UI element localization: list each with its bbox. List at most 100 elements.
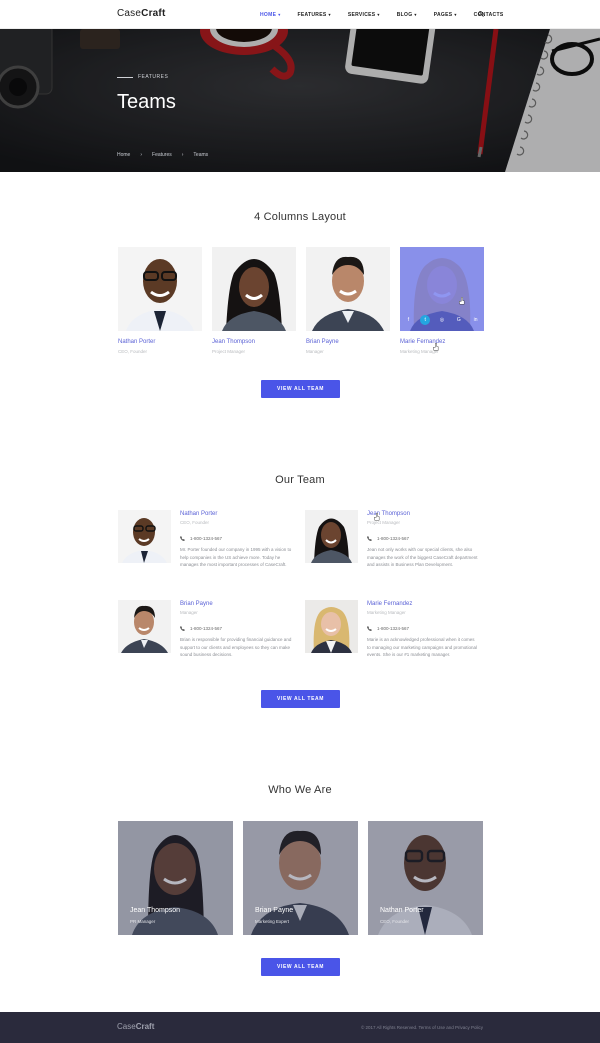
portrait-photo <box>306 247 390 331</box>
phone-icon <box>180 626 185 631</box>
member-photo[interactable] <box>118 600 171 653</box>
phone-icon <box>180 536 185 541</box>
footer-copyright: © 2017 All Rights Reserved. Terms of Use… <box>360 1025 483 1030</box>
member-phone[interactable]: 1-800-1324-567 <box>180 536 222 541</box>
member-name-link[interactable]: Brian Payne <box>180 601 213 607</box>
nav-item-services[interactable]: SERVICES ▾ <box>348 12 380 18</box>
portrait-photo <box>118 600 171 653</box>
breadcrumb-features-link[interactable]: Features <box>152 152 172 158</box>
member-name-link[interactable]: Jean Thompson <box>212 339 255 345</box>
member-role: CEO, Founder <box>180 520 210 525</box>
view-all-team-button[interactable]: VIEW ALL TEAM <box>261 958 340 976</box>
portrait-photo <box>118 510 171 563</box>
member-bio: Brian is responsible for providing finan… <box>180 637 292 658</box>
member-name-link[interactable]: Marie Fernandez <box>367 601 412 607</box>
section-title-four-columns: 4 Columns Layout <box>254 211 346 223</box>
hand-cursor-icon <box>374 513 380 521</box>
linkedin-icon[interactable]: in <box>471 315 481 325</box>
breadcrumb-current: Teams <box>193 152 209 158</box>
member-role: CEO, Founder <box>118 349 148 354</box>
member-photo[interactable] <box>118 510 171 563</box>
who-member-role: Marketing Expert <box>255 919 290 924</box>
who-member-name: Nathan Porter <box>380 907 424 914</box>
portrait-photo <box>305 510 358 563</box>
facebook-icon[interactable]: f <box>403 315 413 325</box>
who-card[interactable]: Brian Payne Marketing Expert <box>243 821 358 935</box>
kicker-line <box>117 76 133 78</box>
member-phone[interactable]: 1-800-1324-567 <box>367 536 409 541</box>
instagram-icon[interactable]: ◎ <box>437 315 447 325</box>
member-name-link[interactable]: Nathan Porter <box>180 511 217 517</box>
social-links: f t ◎ G in <box>400 315 484 325</box>
hero-banner: FEATURES Teams Home › Features › Teams <box>0 29 600 172</box>
footer-logo[interactable]: CaseCraft <box>117 1022 154 1031</box>
team-card-photo[interactable] <box>306 247 390 331</box>
member-name-link[interactable]: Nathan Porter <box>118 339 155 345</box>
view-all-team-button[interactable]: VIEW ALL TEAM <box>261 380 340 398</box>
who-card[interactable]: Nathan Porter CEO, Founder <box>368 821 483 935</box>
nav-label: PAGES <box>433 11 453 18</box>
twitter-icon[interactable]: t <box>420 315 431 325</box>
who-card[interactable]: Jean Thompson PR Manager <box>118 821 233 935</box>
portrait-photo <box>305 600 358 653</box>
footer: CaseCraft © 2017 All Rights Reserved. Te… <box>0 1012 600 1043</box>
chevron-down-icon: ▾ <box>328 12 331 17</box>
member-role: Marketing Manager <box>367 610 406 615</box>
google-plus-icon[interactable]: G <box>454 315 464 325</box>
search-icon[interactable] <box>478 11 484 17</box>
member-role: Manager <box>306 349 324 354</box>
member-bio: Jean not only works with our special cli… <box>367 547 478 568</box>
chevron-down-icon: ▾ <box>278 12 281 17</box>
section-title-our-team: Our Team <box>275 474 325 486</box>
member-photo[interactable] <box>305 510 358 563</box>
logo[interactable]: CaseCraft <box>117 8 166 19</box>
phone-number: 1-800-1324-567 <box>377 626 410 631</box>
nav-item-features[interactable]: FEATURES ▾ <box>298 12 331 18</box>
nav-label: HOME <box>260 11 277 18</box>
member-role: Project Manager <box>367 520 401 525</box>
chevron-down-icon: ▾ <box>454 12 457 17</box>
who-member-name: Jean Thompson <box>130 907 181 914</box>
team-card-photo-hover[interactable]: f t ◎ G in <box>400 247 484 331</box>
top-navigation-bar: CaseCraft HOME ▾ FEATURES ▾ SERVICES ▾ BLOG… <box>0 0 600 29</box>
card-shade-overlay <box>368 821 483 935</box>
card-shade-overlay <box>243 821 358 935</box>
member-role: Manager <box>180 610 198 615</box>
breadcrumb-separator: › <box>140 152 143 158</box>
logo-light-text: Case <box>117 1022 136 1031</box>
member-bio: Mr. Porter founded our company in 1995 w… <box>180 547 292 568</box>
hand-cursor-icon <box>459 297 465 305</box>
hero-kicker: FEATURES <box>117 74 168 80</box>
nav-item-pages[interactable]: PAGES ▾ <box>434 12 457 18</box>
portrait-photo <box>212 247 296 331</box>
phone-number: 1-800-1324-567 <box>377 536 410 541</box>
member-phone[interactable]: 1-800-1324-567 <box>180 626 222 631</box>
member-photo[interactable] <box>305 600 358 653</box>
breadcrumb-separator: › <box>181 152 184 158</box>
section-title-who-we-are: Who We Are <box>268 784 332 796</box>
logo-light-text: Case <box>117 8 142 19</box>
breadcrumb-home-link[interactable]: Home <box>117 152 130 158</box>
nav-item-home[interactable]: HOME ▾ <box>260 12 281 18</box>
nav-label: SERVICES <box>347 11 376 18</box>
nav-item-blog[interactable]: BLOG ▾ <box>397 12 417 18</box>
page-title: Teams <box>117 91 176 113</box>
member-bio: Marie is an acknowledged professional wh… <box>367 637 478 658</box>
phone-number: 1-800-1324-567 <box>190 626 223 631</box>
member-phone[interactable]: 1-800-1324-567 <box>367 626 409 631</box>
team-card-photo[interactable] <box>118 247 202 331</box>
chevron-down-icon: ▾ <box>414 12 417 17</box>
who-member-role: PR Manager <box>130 919 156 924</box>
hand-cursor-icon <box>433 343 439 351</box>
member-role: Project Manager <box>212 349 246 354</box>
who-member-role: CEO, Founder <box>380 919 410 924</box>
team-card-photo[interactable] <box>212 247 296 331</box>
member-name-link[interactable]: Brian Payne <box>306 339 339 345</box>
portrait-photo <box>118 247 202 331</box>
view-all-team-button[interactable]: VIEW ALL TEAM <box>261 690 340 708</box>
card-shade-overlay <box>118 821 233 935</box>
kicker-text: FEATURES <box>138 74 169 80</box>
logo-bold-text: Craft <box>141 8 166 19</box>
nav-label: BLOG <box>396 11 413 18</box>
logo-bold-text: Craft <box>135 1022 155 1031</box>
